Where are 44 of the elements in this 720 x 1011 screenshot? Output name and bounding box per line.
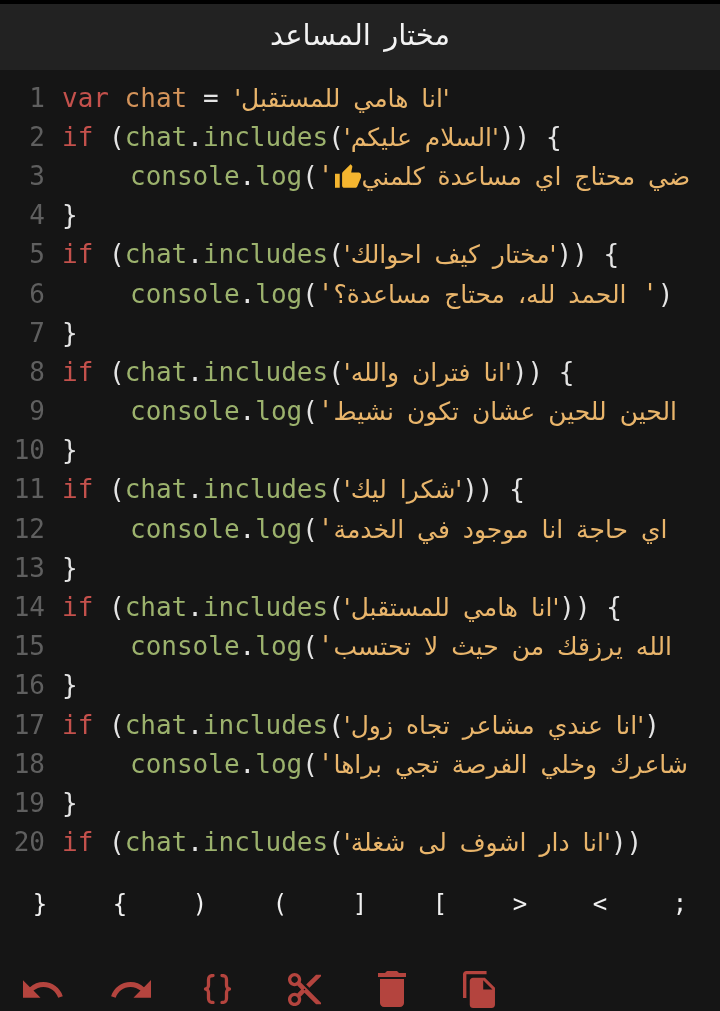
code-text: } <box>62 317 78 348</box>
scissors-icon[interactable] <box>288 972 321 1006</box>
line-number: 2 <box>28 121 45 152</box>
line-number: 16 <box>12 670 45 701</box>
symbol-key[interactable]: ] <box>424 888 456 922</box>
code-text: ضي محتاج اي مساعدة كلمني <box>361 160 691 191</box>
symbol-key[interactable]: ) <box>264 888 296 922</box>
code-text: } <box>62 435 78 466</box>
undo-icon[interactable] <box>23 980 64 999</box>
line-number: 1 <box>28 82 45 113</box>
code-text: } <box>62 670 78 701</box>
line-number: 3 <box>28 160 45 191</box>
symbol-key[interactable]: < <box>504 888 536 922</box>
line-number: 6 <box>28 278 45 309</box>
symbol-key[interactable]: > <box>584 888 616 922</box>
line-number: 20 <box>12 827 45 858</box>
code-text: } <box>62 200 78 231</box>
line-number: 15 <box>12 631 45 662</box>
redo-icon[interactable] <box>110 980 151 999</box>
trash-icon[interactable] <box>377 971 406 1008</box>
code-text: } <box>62 787 78 818</box>
symbol-key[interactable]: ( <box>184 888 216 922</box>
window-title: مختار المساعد <box>270 18 450 52</box>
line-number: 7 <box>28 317 45 348</box>
line-number: 4 <box>28 200 45 231</box>
line-number: 11 <box>12 474 45 505</box>
line-number: 10 <box>12 435 45 466</box>
line-number: 14 <box>12 592 45 623</box>
symbol-key[interactable]: } <box>104 888 136 922</box>
copy-icon[interactable] <box>462 970 495 1008</box>
line-number: 19 <box>12 787 45 818</box>
braces-icon[interactable] <box>201 974 234 1005</box>
line-number: 17 <box>12 709 45 740</box>
symbol-key[interactable]: ; <box>664 888 696 922</box>
line-number: 8 <box>28 356 45 387</box>
line-number: 12 <box>12 513 45 544</box>
line-number: 13 <box>12 552 45 583</box>
line-number: 5 <box>28 239 45 270</box>
code-text: console.log(' <box>130 160 334 191</box>
symbol-key[interactable]: { <box>24 888 56 922</box>
code-text: } <box>62 552 78 583</box>
line-number: 18 <box>12 748 45 779</box>
line-number: 9 <box>28 396 45 427</box>
symbol-key[interactable]: [ <box>344 888 376 922</box>
